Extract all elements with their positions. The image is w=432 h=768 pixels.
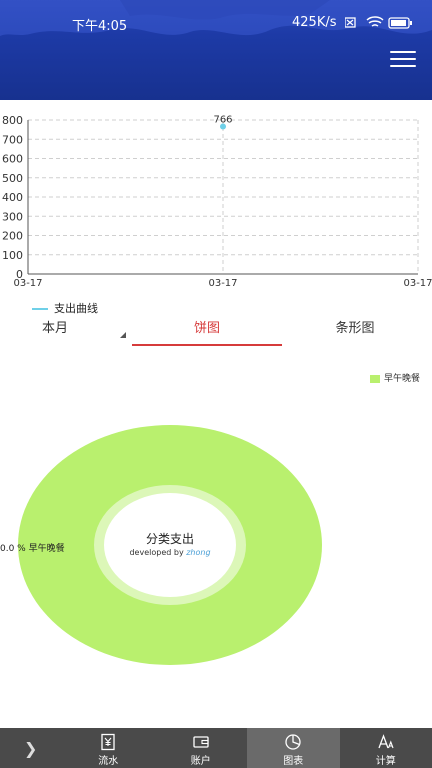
slice-label: 0.0 % 早午晚餐: [0, 544, 65, 554]
network-speed: 425K/s: [292, 15, 337, 30]
tab-pie-chart[interactable]: 饼图: [132, 318, 282, 348]
tab-pie-label: 饼图: [193, 321, 220, 336]
month-label: 本月: [42, 321, 69, 336]
pie-legend-swatch: [369, 374, 380, 383]
status-icons: [344, 16, 417, 34]
pie-legend-label: 早午晚餐: [383, 374, 420, 384]
tab-bar-label: 条形图: [335, 321, 375, 336]
pie-legend[interactable]: 早午晚餐: [369, 371, 420, 384]
pie-chart-icon: [285, 734, 301, 750]
month-selector[interactable]: 本月: [34, 318, 126, 348]
nav-flow-label: 流水: [98, 756, 119, 767]
x-tick-label: 03-17: [208, 278, 237, 289]
y-tick-label: 600: [2, 153, 23, 166]
y-tick-label: 400: [2, 191, 23, 204]
y-tick-label: 800: [2, 114, 23, 127]
chevron-right-icon: ❯: [24, 739, 38, 758]
nav-item-flow[interactable]: 流水: [62, 728, 155, 768]
font-size-icon: [378, 734, 394, 749]
status-time: 下午4:05: [72, 19, 128, 34]
y-tick-label: 700: [2, 133, 23, 146]
developer-name: zhong: [186, 548, 211, 557]
nav-item-account[interactable]: 账户: [155, 728, 248, 768]
donut-center-subtitle: developed by zhong: [117, 548, 223, 557]
developed-by-prefix: developed by: [129, 548, 187, 557]
x-tick-label: 03-17: [13, 278, 42, 289]
y-tick-label: 500: [2, 172, 23, 185]
nav-item-chart[interactable]: 图表: [247, 728, 340, 768]
active-tab-indicator: [132, 344, 282, 346]
wifi-icon: [366, 16, 384, 27]
dropdown-triangle-icon: [120, 332, 126, 338]
nav-chart-label: 图表: [283, 756, 304, 767]
line-legend: 支出曲线: [32, 300, 98, 316]
wallet-icon: [193, 736, 209, 748]
nav-account-label: 账户: [190, 756, 211, 767]
expense-line-chart: 010020030040050060070080003-17 03-17 03-17…: [2, 114, 432, 289]
x-tick-label: 03-17: [403, 278, 432, 289]
donut-center-title: 分类支出: [145, 532, 194, 546]
yen-receipt-icon: [101, 733, 115, 751]
tab-bar-chart[interactable]: 条形图: [300, 318, 410, 348]
nav-calc-label: 计算: [375, 756, 396, 767]
chart-tabs: 本月 饼图 条形图: [0, 318, 432, 348]
bottom-nav: ❯ 流水 账户 图表 计算: [0, 728, 432, 768]
nav-expand[interactable]: ❯: [0, 728, 62, 768]
app-header: 下午4:05 425K/s: [0, 0, 432, 100]
line-legend-label: 支出曲线: [54, 302, 98, 315]
status-bar: 下午4:05 425K/s: [0, 14, 432, 34]
menu-icon[interactable]: [390, 51, 416, 67]
y-tick-label: 200: [2, 230, 23, 243]
data-label: 766: [213, 115, 232, 126]
nav-item-calc[interactable]: 计算: [340, 728, 432, 768]
legend-line-swatch: [32, 308, 48, 310]
y-tick-label: 300: [2, 210, 23, 223]
y-tick-label: 100: [2, 249, 23, 262]
